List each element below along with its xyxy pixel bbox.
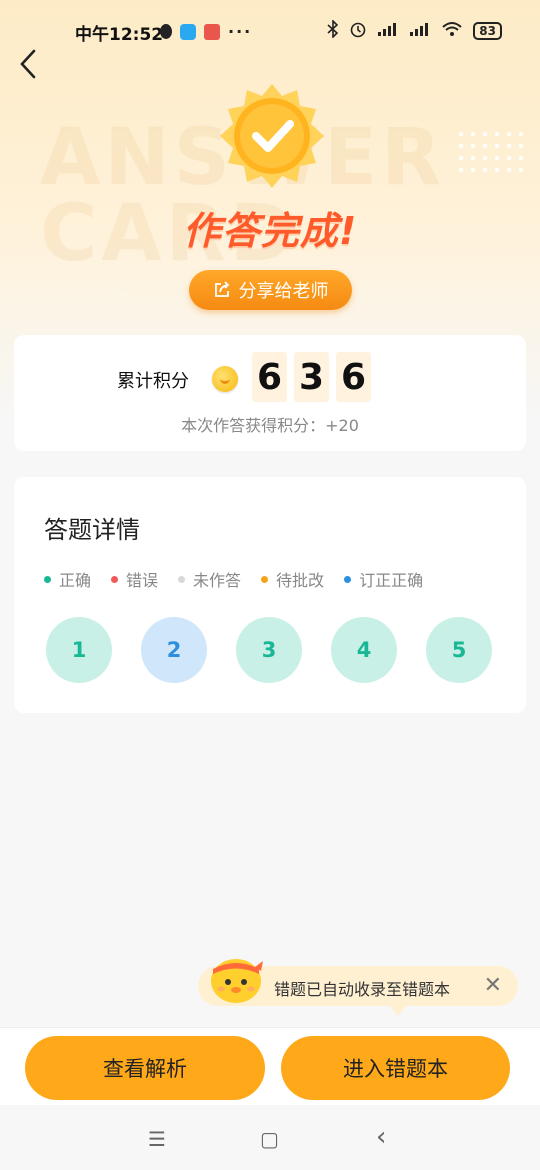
legend-corrected: 订正正确 xyxy=(344,567,423,591)
answer-detail-title: 答题详情 xyxy=(44,516,140,544)
battery-icon: 83 xyxy=(473,22,502,40)
menu-icon[interactable]: ☰ xyxy=(148,1127,166,1151)
bluetooth-icon xyxy=(327,19,339,42)
system-nav-bar: ☰ ▢ ‹ xyxy=(0,1105,540,1170)
page-title: 作答完成! xyxy=(182,209,358,253)
score-label: 累计积分 xyxy=(117,371,189,392)
medal-check-icon xyxy=(218,82,326,190)
wifi-icon xyxy=(441,21,463,41)
share-button-label: 分享给老师 xyxy=(238,281,329,302)
coin-icon xyxy=(212,366,238,392)
wrong-dot-icon xyxy=(111,575,119,583)
legend-label: 订正正确 xyxy=(359,571,424,590)
pending-dot-icon xyxy=(261,575,269,583)
earned-points-text: 本次作答获得积分：+20 xyxy=(181,416,359,435)
legend-label: 错误 xyxy=(126,571,159,590)
question-3-button[interactable]: 3 xyxy=(236,617,302,683)
mi-app-icon xyxy=(204,23,220,40)
question-2-button[interactable]: 2 xyxy=(141,617,207,683)
correct-dot-icon xyxy=(44,575,51,583)
share-to-teacher-button[interactable]: 分享给老师 xyxy=(189,270,352,310)
legend-label: 待批改 xyxy=(276,571,325,590)
alarm-icon xyxy=(349,20,367,42)
score-card: 累计积分 6 3 6 本次作答获得积分：+20 xyxy=(14,335,526,451)
unanswered-dot-icon xyxy=(178,575,186,583)
qq-icon xyxy=(160,24,172,39)
legend-pending: 待批改 xyxy=(261,567,324,591)
legend-label: 未作答 xyxy=(193,571,242,590)
question-4-button[interactable]: 4 xyxy=(331,617,397,683)
system-icons: 83 xyxy=(327,19,502,42)
legend-correct: 正确 xyxy=(44,567,91,591)
score-digit: 6 xyxy=(336,352,371,402)
legend-label: 正确 xyxy=(59,571,92,590)
app-notification-icon xyxy=(180,23,196,40)
score-digit: 6 xyxy=(252,352,287,402)
nav-back-icon[interactable]: ‹ xyxy=(376,1122,386,1152)
share-icon xyxy=(213,281,231,299)
score-digit: 3 xyxy=(294,352,329,402)
status-time: 中午12:52 xyxy=(75,25,164,45)
home-icon[interactable]: ▢ xyxy=(260,1127,279,1151)
question-list: 1 2 3 4 5 xyxy=(46,617,492,683)
question-5-button[interactable]: 5 xyxy=(426,617,492,683)
score-digits: 6 3 6 xyxy=(252,352,371,402)
decor-dots xyxy=(455,128,525,178)
status-bar: 中午12:52 ··· 83 xyxy=(0,0,540,64)
more-notifications-icon: ··· xyxy=(228,22,253,41)
close-icon[interactable]: ✕ xyxy=(484,973,502,998)
back-button[interactable] xyxy=(18,48,38,86)
answer-detail-card: 答题详情 正确 错误 未作答 待批改 订正正确 1 2 3 4 5 xyxy=(14,477,526,713)
signal-icon xyxy=(377,21,399,41)
legend-unanswered: 未作答 xyxy=(178,567,241,591)
tip-text: 错题已自动收录至错题本 xyxy=(274,980,451,999)
legend-wrong: 错误 xyxy=(111,567,158,591)
chick-mascot-icon xyxy=(207,949,265,1005)
corrected-dot-icon xyxy=(344,575,352,583)
question-1-button[interactable]: 1 xyxy=(46,617,112,683)
signal-hd-icon xyxy=(409,21,431,41)
status-legend: 正确 错误 未作答 待批改 订正正确 xyxy=(44,567,423,591)
bottom-action-bar: 查看解析 进入错题本 xyxy=(0,1027,540,1106)
view-analysis-button[interactable]: 查看解析 xyxy=(25,1036,265,1100)
notification-icons: ··· xyxy=(160,22,252,41)
enter-wrong-book-button[interactable]: 进入错题本 xyxy=(281,1036,510,1100)
